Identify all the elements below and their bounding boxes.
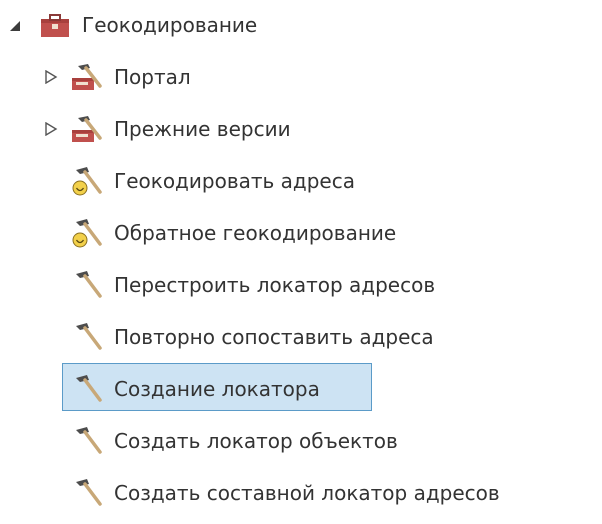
- tool-label: Создание локатора: [114, 377, 320, 401]
- hammer-geocode-icon: [72, 219, 102, 248]
- collapse-arrow-icon[interactable]: [8, 19, 22, 33]
- tree-item-portal[interactable]: Портал: [0, 52, 602, 102]
- tool-label: Создать локатор объектов: [114, 429, 398, 453]
- tool-create-locator[interactable]: Создание локатора: [0, 364, 602, 414]
- tree-item-label: Прежние версии: [114, 117, 291, 141]
- toolset-icon: [72, 64, 102, 90]
- tree-item-legacy[interactable]: Прежние версии: [0, 104, 602, 154]
- toolset-icon: [72, 116, 102, 142]
- geoprocessing-tree: Геокодирование Портал Прежние версии Гео…: [0, 0, 602, 524]
- tool-create-feature-locator[interactable]: Создать локатор объектов: [0, 416, 602, 466]
- tool-reverse-geocode[interactable]: Обратное геокодирование: [0, 208, 602, 258]
- hammer-icon: [76, 479, 102, 506]
- hammer-icon: [76, 375, 102, 402]
- toolbox-icon: [41, 14, 69, 37]
- tool-geocode-addresses[interactable]: Геокодировать адреса: [0, 156, 602, 206]
- tool-rematch-addresses[interactable]: Повторно сопоставить адреса: [0, 312, 602, 362]
- hammer-icon: [76, 271, 102, 298]
- tree-root-geocoding[interactable]: Геокодирование: [0, 0, 602, 50]
- expand-arrow-icon[interactable]: [44, 122, 58, 136]
- hammer-icon: [76, 427, 102, 454]
- tree-root-label: Геокодирование: [82, 13, 258, 37]
- tool-label: Создать составной локатор адресов: [114, 481, 500, 505]
- tool-rebuild-locator[interactable]: Перестроить локатор адресов: [0, 260, 602, 310]
- hammer-icon: [76, 323, 102, 350]
- tool-label: Перестроить локатор адресов: [114, 273, 436, 297]
- tree-item-label: Портал: [114, 65, 191, 89]
- expand-arrow-icon[interactable]: [44, 70, 58, 84]
- tool-label: Повторно сопоставить адреса: [114, 325, 434, 349]
- tool-label: Обратное геокодирование: [114, 221, 397, 245]
- tool-label: Геокодировать адреса: [114, 169, 355, 193]
- tool-create-composite-locator[interactable]: Создать составной локатор адресов: [0, 468, 602, 518]
- hammer-geocode-icon: [72, 167, 102, 196]
